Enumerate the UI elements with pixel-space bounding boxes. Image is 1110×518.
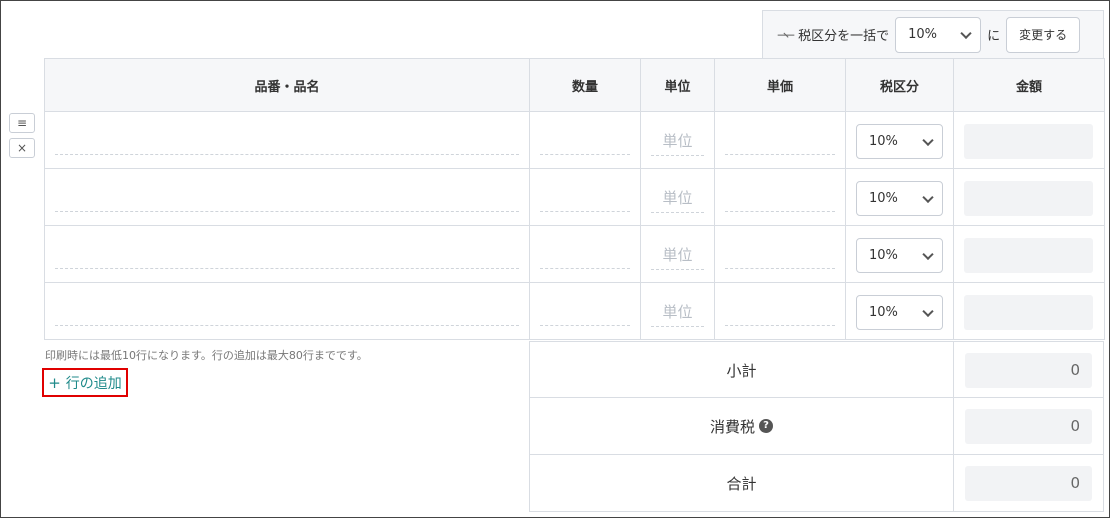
tax-category-select[interactable]: 10%	[856, 124, 943, 159]
column-header-tax-category: 税区分	[845, 58, 954, 112]
tax-category-cell: 10%	[845, 111, 954, 169]
row-delete-button[interactable]: ×	[9, 138, 35, 158]
quantity-input[interactable]	[540, 211, 630, 212]
bulk-tax-apply-button[interactable]: 変更する	[1006, 16, 1081, 53]
hamburger-icon: ≡	[16, 116, 28, 130]
tax-category-cell: 10%	[845, 168, 954, 226]
close-icon: ×	[16, 141, 28, 155]
consumption-tax-label: 消費税	[709, 417, 755, 436]
tax-category-select[interactable]: 10%	[856, 238, 943, 273]
subtotal-label: 小計	[530, 342, 954, 398]
quantity-cell[interactable]	[529, 111, 641, 169]
help-icon[interactable]: ?	[759, 419, 773, 433]
chevron-down-icon	[922, 305, 934, 317]
item-name-cell[interactable]	[44, 168, 530, 226]
column-header-item-name: 品番・品名	[44, 58, 530, 112]
column-header-unit-price: 単価	[714, 58, 846, 112]
tax-category-value: 10%	[869, 305, 898, 320]
table-row: 単位 10%	[44, 225, 1105, 283]
chevron-down-icon	[922, 191, 934, 203]
amount-cell	[953, 282, 1105, 340]
tax-category-select[interactable]: 10%	[856, 181, 943, 216]
table-row: 単位 10%	[44, 168, 1105, 226]
tax-category-cell: 10%	[845, 282, 954, 340]
item-name-cell[interactable]	[44, 225, 530, 283]
chevron-down-icon	[960, 27, 972, 39]
tax-category-value: 10%	[869, 248, 898, 263]
amount-field	[964, 295, 1093, 330]
item-name-input[interactable]	[55, 268, 519, 269]
quantity-input[interactable]	[540, 325, 630, 326]
tax-category-select[interactable]: 10%	[856, 295, 943, 330]
consumption-tax-value: 0	[965, 409, 1092, 444]
unit-input[interactable]: 単位	[651, 183, 704, 213]
add-row-label: 行の追加	[65, 375, 122, 392]
amount-cell	[953, 225, 1105, 283]
tax-category-value: 10%	[869, 191, 898, 206]
column-header-amount: 金額	[953, 58, 1105, 112]
column-header-unit: 単位	[640, 58, 715, 112]
unit-cell[interactable]: 単位	[640, 282, 715, 340]
unit-cell[interactable]: 単位	[640, 111, 715, 169]
invoice-line-items-panel: ⇀↽ 税区分を一括で 10% に 変更する ≡ × 品番・品名 数量 単位 単価…	[0, 0, 1110, 518]
quantity-cell[interactable]	[529, 168, 641, 226]
table-row: 単位 10%	[44, 282, 1105, 340]
table-header-row: 品番・品名 数量 単位 単価 税区分 金額	[44, 58, 1105, 112]
line-items-table: 品番・品名 数量 単位 単価 税区分 金額 単位 10% 単位 10% 単位 1…	[44, 58, 1105, 340]
item-name-input[interactable]	[55, 154, 519, 155]
bulk-tax-suffix: に	[987, 29, 1001, 44]
chevron-down-icon	[922, 248, 934, 260]
amount-field	[964, 181, 1093, 216]
unit-price-cell[interactable]	[714, 225, 846, 283]
unit-price-cell[interactable]	[714, 111, 846, 169]
column-header-quantity: 数量	[529, 58, 641, 112]
consumption-tax-row: 消費税 ? 0	[529, 398, 1104, 455]
unit-cell[interactable]: 単位	[640, 225, 715, 283]
unit-price-input[interactable]	[725, 154, 835, 155]
unit-input[interactable]: 単位	[651, 126, 704, 156]
add-row-button[interactable]: + 行の追加	[42, 368, 128, 397]
table-row: 単位 10%	[44, 111, 1105, 169]
unit-input[interactable]: 単位	[651, 297, 704, 327]
quantity-cell[interactable]	[529, 225, 641, 283]
unit-price-input[interactable]	[725, 268, 835, 269]
total-value: 0	[965, 466, 1092, 501]
item-name-cell[interactable]	[44, 111, 530, 169]
amount-field	[964, 238, 1093, 273]
amount-cell	[953, 111, 1105, 169]
bulk-tax-label: 税区分を一括で	[798, 29, 890, 44]
plus-icon: +	[48, 373, 61, 392]
row-menu-button[interactable]: ≡	[9, 113, 35, 133]
unit-price-cell[interactable]	[714, 282, 846, 340]
total-row: 合計 0	[529, 455, 1104, 512]
chevron-down-icon	[922, 134, 934, 146]
consumption-tax-label-wrap: 消費税 ?	[530, 398, 954, 454]
quantity-input[interactable]	[540, 268, 630, 269]
bulk-tax-change-bar: ⇀↽ 税区分を一括で 10% に 変更する	[762, 10, 1104, 58]
quantity-cell[interactable]	[529, 282, 641, 340]
amount-cell	[953, 168, 1105, 226]
unit-price-input[interactable]	[725, 325, 835, 326]
item-name-cell[interactable]	[44, 282, 530, 340]
total-label: 合計	[530, 455, 954, 511]
unit-input[interactable]: 単位	[651, 240, 704, 270]
subtotal-row: 小計 0	[529, 341, 1104, 398]
tax-category-value: 10%	[869, 134, 898, 149]
unit-cell[interactable]: 単位	[640, 168, 715, 226]
quantity-input[interactable]	[540, 154, 630, 155]
tax-category-cell: 10%	[845, 225, 954, 283]
unit-price-cell[interactable]	[714, 168, 846, 226]
item-name-input[interactable]	[55, 211, 519, 212]
bulk-tax-select[interactable]: 10%	[895, 16, 982, 53]
unit-price-input[interactable]	[725, 211, 835, 212]
subtotal-value: 0	[965, 353, 1092, 388]
amount-field	[964, 124, 1093, 159]
item-name-input[interactable]	[55, 325, 519, 326]
row-limit-note: 印刷時には最低10行になります。行の追加は最大80行までです。	[45, 349, 368, 362]
swap-arrows-icon: ⇀↽	[777, 27, 795, 42]
bulk-tax-select-value: 10%	[908, 27, 938, 42]
